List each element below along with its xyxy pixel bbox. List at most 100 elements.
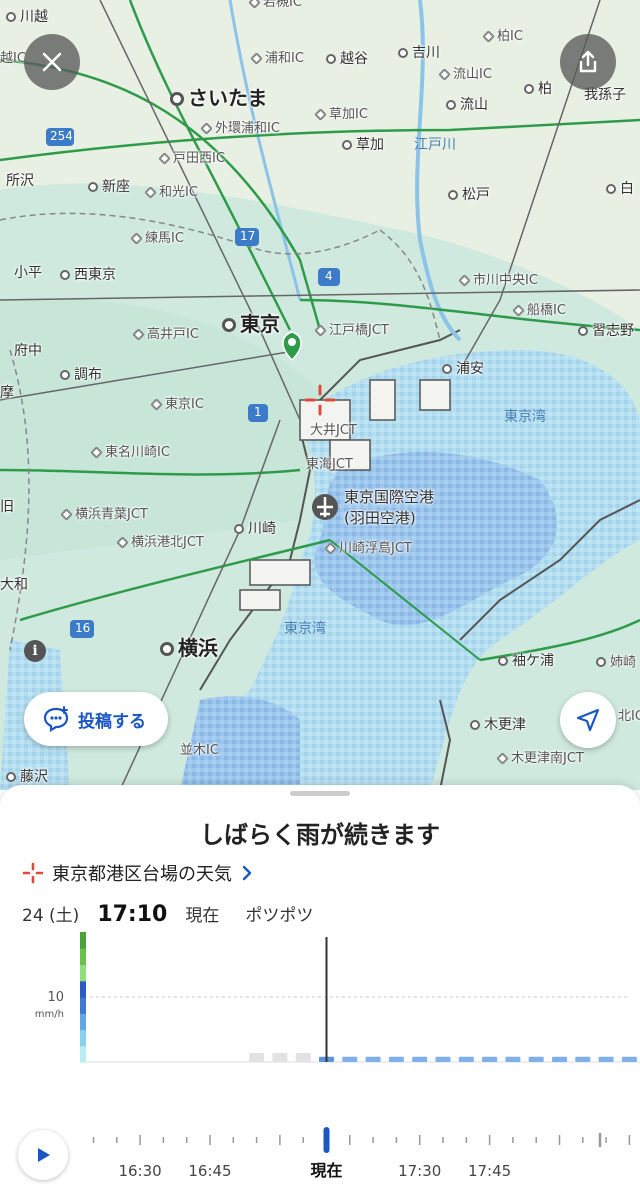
date-label: 24 (土) <box>22 906 80 926</box>
rain-bar <box>458 1056 474 1062</box>
y-tick-label: 10 <box>47 990 64 1005</box>
intensity-scale-segment <box>80 1045 86 1063</box>
time-row: 24 (土) 17:10 現在 ポツポツ <box>22 901 313 927</box>
info-button[interactable]: i <box>24 640 46 662</box>
intensity-scale-segment <box>80 997 86 1014</box>
bay-label: 東京湾 <box>284 621 326 637</box>
forecast-headline: しばらく雨が続きます <box>200 821 440 849</box>
airport-label-sub: (羽田空港) <box>344 509 416 527</box>
place-label: 大井JCT <box>310 423 357 438</box>
rain-bar <box>412 1056 428 1062</box>
place-label: 草加IC <box>314 108 368 121</box>
place-label: 若槻IC <box>248 0 302 9</box>
place-label: 横浜港北JCT <box>116 536 204 549</box>
y-unit-label: mm/h <box>35 1009 64 1020</box>
place-label: 大和 <box>0 577 28 593</box>
place-label: 練馬IC <box>130 232 184 245</box>
rain-bar <box>295 1053 311 1062</box>
place-label: 川越 <box>6 10 48 24</box>
location-link[interactable]: 東京都港区台場の天気 <box>22 860 254 886</box>
chevron-right-icon <box>242 865 252 881</box>
place-label: 流山IC <box>438 68 492 81</box>
current-location-button[interactable] <box>560 692 616 748</box>
now-label: 現在 <box>185 906 220 926</box>
target-crosshair-icon <box>22 862 44 884</box>
rain-bar <box>505 1056 521 1062</box>
rainfall-chart[interactable]: 10mm/h16:3016:45現在17:3017:4518:30 <box>0 925 640 1200</box>
share-button[interactable] <box>560 34 616 90</box>
rain-bar <box>435 1056 451 1062</box>
place-label: 並木IC <box>180 743 219 758</box>
intensity-scale-segment <box>80 1029 86 1047</box>
location-arrow-icon <box>576 708 600 732</box>
place-label: 東海JCT <box>306 457 353 472</box>
route-4-label: 4 <box>325 269 333 283</box>
rain-bar <box>249 1053 265 1062</box>
place-label: 船橋IC <box>512 304 566 317</box>
place-label: 江戸橋JCT <box>314 324 389 337</box>
place-label: 府中 <box>14 343 42 359</box>
place-label: 柏IC <box>482 30 523 43</box>
place-label: 摩 <box>0 385 14 401</box>
place-label: 松戸 <box>448 188 490 202</box>
place-label: 木更津 <box>470 718 526 732</box>
place-label: 吉川 <box>398 46 440 60</box>
intensity-scale-segment <box>80 980 86 998</box>
place-label: 草加 <box>342 138 384 152</box>
place-label: 所沢 <box>6 173 34 189</box>
place-label: 外環浦和IC <box>200 122 280 135</box>
place-label: 習志野 <box>578 324 634 338</box>
place-label: 姉崎 <box>596 656 636 669</box>
place-label: 横浜青葉JCT <box>60 508 148 521</box>
place-label: 小平 <box>14 265 42 281</box>
post-button-label: 投稿する <box>78 711 146 732</box>
route-16-label: 16 <box>75 621 91 635</box>
route-17-label: 17 <box>240 229 256 243</box>
place-label: 浦安 <box>442 362 484 376</box>
play-button[interactable] <box>18 1130 68 1180</box>
place-label: 横浜 <box>160 638 218 658</box>
timeline-tick-label: 17:45 <box>468 1162 511 1180</box>
airport-icon <box>312 494 338 520</box>
rain-bar <box>575 1056 591 1062</box>
rain-bar <box>528 1056 544 1062</box>
rain-bar <box>272 1053 288 1062</box>
rain-bar <box>598 1056 614 1062</box>
place-label: 高井戸IC <box>132 328 199 341</box>
place-label: 川崎浮島JCT <box>324 542 412 555</box>
sheet-drag-handle[interactable] <box>290 791 350 796</box>
place-label: 東京IC <box>150 398 204 411</box>
close-button[interactable] <box>24 34 80 90</box>
place-label: 越谷 <box>326 52 368 66</box>
post-report-button[interactable]: 投稿する <box>24 692 168 746</box>
rain-bar <box>482 1056 498 1062</box>
place-label: 新座 <box>88 180 130 194</box>
intensity-scale-segment <box>80 932 86 949</box>
place-label: 柏 <box>524 82 552 96</box>
river-label: 江戸川 <box>414 137 456 153</box>
place-label: 市川中央IC <box>458 274 538 287</box>
place-label: 西東京 <box>60 268 116 282</box>
time-label: 17:10 <box>97 902 168 927</box>
location-name: 東京都港区台場の天気 <box>52 864 232 885</box>
rain-radar-map[interactable]: 254 17 4 1 16 川越 越IC 若槻IC 浦和IC 越谷 吉川 柏IC… <box>0 0 640 790</box>
play-icon <box>38 1148 50 1162</box>
rain-bar <box>621 1056 637 1062</box>
rain-bar <box>552 1056 567 1062</box>
route-1-label: 1 <box>254 405 262 419</box>
place-label: 越IC <box>0 51 26 66</box>
info-icon: i <box>32 643 38 659</box>
place-label: 流山 <box>446 98 488 112</box>
close-icon <box>42 52 62 72</box>
intensity-scale-segment <box>80 1013 86 1031</box>
place-label: 我孫子 <box>584 87 626 103</box>
weather-bottom-sheet[interactable]: しばらく雨が続きます 東京都港区台場の天気 24 (土) 17:10 現在 ポツ… <box>0 785 640 1200</box>
place-label: 和光IC <box>144 186 198 199</box>
place-label: 調布 <box>60 368 102 382</box>
timeline-now-marker <box>323 1127 330 1153</box>
timeline-tick-label: 16:30 <box>118 1162 161 1180</box>
place-label: 東京 <box>222 314 280 334</box>
rain-bar <box>388 1056 404 1062</box>
place-label: 木更津南JCT <box>496 752 584 765</box>
place-label: 川崎 <box>234 522 276 536</box>
